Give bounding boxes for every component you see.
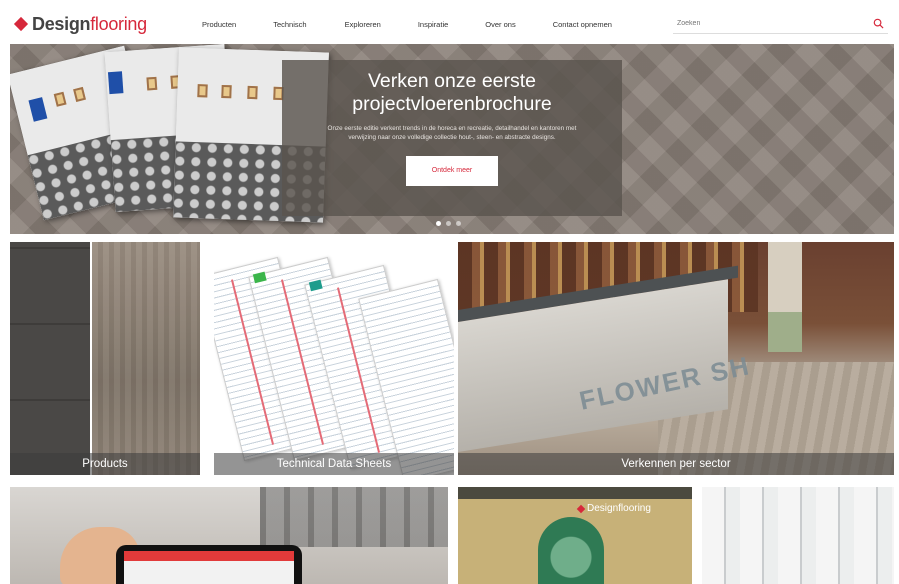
main-nav: Producten Technisch Exploreren Inspirati… — [188, 20, 612, 29]
nav-producten[interactable]: Producten — [202, 20, 236, 29]
page-frame: Design flooring Producten Technisch Explo… — [10, 6, 894, 584]
wood-sample — [92, 242, 200, 475]
tile-verkennen-per-sector[interactable]: FLOWER SH Verkennen per sector — [458, 242, 894, 475]
green-arch — [538, 517, 604, 584]
site-logo[interactable]: Design flooring — [13, 13, 176, 35]
tile-app-photo[interactable] — [10, 487, 448, 584]
nav-exploreren[interactable]: Exploreren — [345, 20, 381, 29]
logo-text-design: Design — [32, 13, 91, 34]
nav-inspiratie[interactable]: Inspiratie — [418, 20, 448, 29]
tile-technical-data-sheets[interactable]: Technical Data Sheets — [214, 242, 454, 475]
nav-technisch[interactable]: Technisch — [273, 20, 306, 29]
logo-diamond-icon — [576, 504, 586, 513]
site-header: Design flooring Producten Technisch Explo… — [10, 6, 894, 42]
logo-text-flooring: flooring — [90, 13, 147, 34]
carousel-dot-3[interactable] — [456, 221, 461, 226]
hero-banner: Verken onze eerste projectvloerenbrochur… — [10, 44, 894, 234]
discover-more-button[interactable]: Ontdek meer — [406, 156, 498, 186]
phone-screen — [124, 551, 294, 584]
carousel-dots — [436, 221, 461, 226]
tile-products[interactable]: Products — [10, 242, 200, 475]
hero-text-box: Verken onze eerste projectvloerenbrochur… — [282, 60, 622, 216]
carousel-dot-1[interactable] — [436, 221, 441, 226]
nav-over-ons[interactable]: Over ons — [485, 20, 515, 29]
carousel-dot-2[interactable] — [446, 221, 451, 226]
hero-description: Onze eerste editie verkent trends in de … — [327, 125, 577, 141]
hero-title: Verken onze eerste projectvloerenbrochur… — [352, 70, 552, 115]
search-icon[interactable] — [873, 18, 884, 29]
tile-glass-photo[interactable] — [702, 487, 894, 584]
venue-logo: Designflooring — [576, 503, 651, 514]
search-box — [673, 14, 888, 34]
tile-caption-technical-data-sheets: Technical Data Sheets — [214, 453, 454, 475]
dark-stone-sample — [10, 242, 90, 475]
tile-caption-verkennen-per-sector: Verkennen per sector — [458, 453, 894, 475]
search-input[interactable] — [673, 20, 863, 27]
tile-venue-photo[interactable]: Designflooring — [458, 487, 692, 584]
nav-contact-opnemen[interactable]: Contact opnemen — [553, 20, 612, 29]
tile-caption-products: Products — [10, 453, 200, 475]
logo-diamond-icon — [13, 16, 29, 32]
